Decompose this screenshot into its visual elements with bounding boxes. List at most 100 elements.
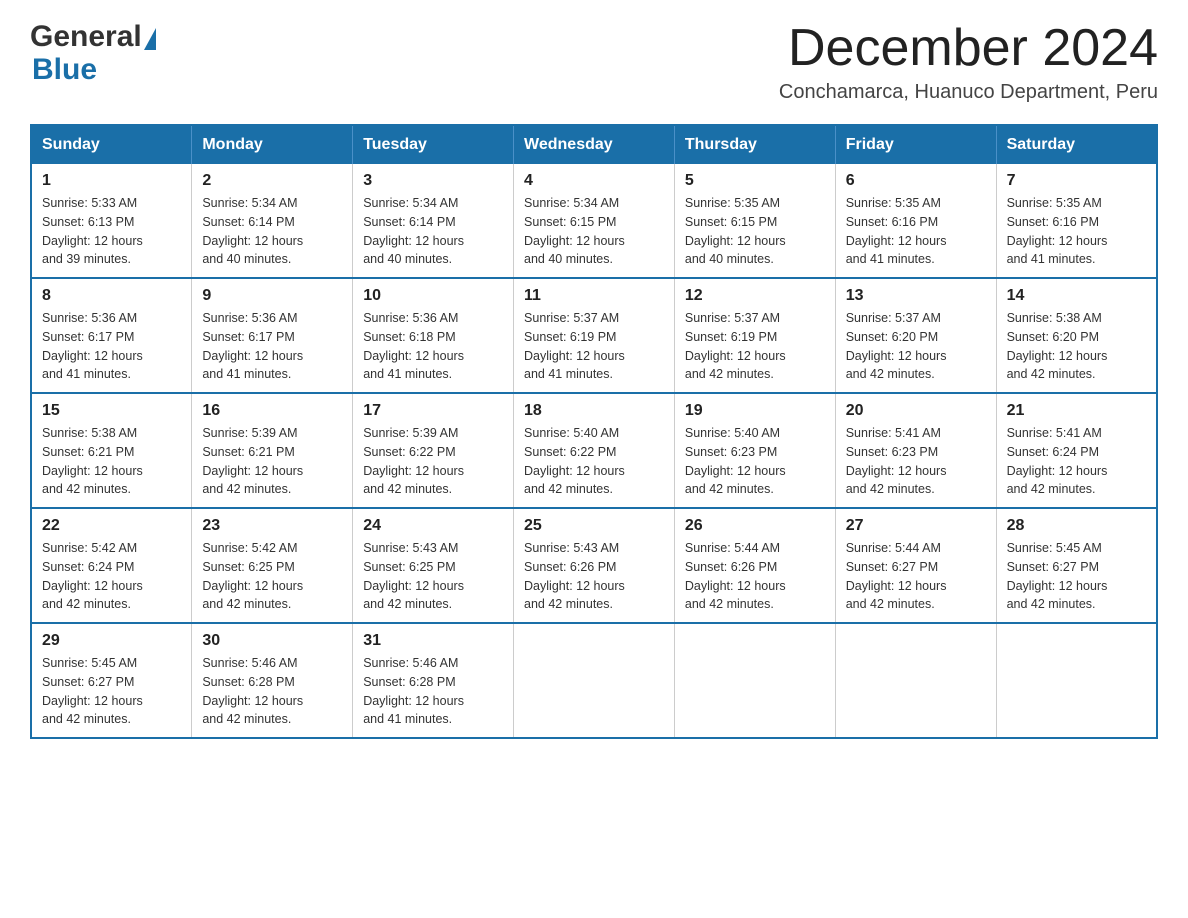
day-info: Sunrise: 5:39 AMSunset: 6:21 PMDaylight:… (202, 426, 303, 496)
day-info: Sunrise: 5:42 AMSunset: 6:25 PMDaylight:… (202, 541, 303, 611)
calendar-cell: 28 Sunrise: 5:45 AMSunset: 6:27 PMDaylig… (996, 508, 1157, 623)
logo-row1: General (30, 20, 157, 53)
day-number: 28 (1007, 517, 1146, 535)
calendar-cell: 26 Sunrise: 5:44 AMSunset: 6:26 PMDaylig… (674, 508, 835, 623)
day-info: Sunrise: 5:40 AMSunset: 6:22 PMDaylight:… (524, 426, 625, 496)
day-info: Sunrise: 5:36 AMSunset: 6:17 PMDaylight:… (42, 311, 143, 381)
day-number: 20 (846, 402, 986, 420)
calendar-cell: 30 Sunrise: 5:46 AMSunset: 6:28 PMDaylig… (192, 623, 353, 738)
day-number: 13 (846, 287, 986, 305)
calendar-cell: 24 Sunrise: 5:43 AMSunset: 6:25 PMDaylig… (353, 508, 514, 623)
day-info: Sunrise: 5:37 AMSunset: 6:19 PMDaylight:… (685, 311, 786, 381)
week-row-1: 1 Sunrise: 5:33 AMSunset: 6:13 PMDayligh… (31, 164, 1157, 278)
calendar-cell: 14 Sunrise: 5:38 AMSunset: 6:20 PMDaylig… (996, 278, 1157, 393)
day-info: Sunrise: 5:37 AMSunset: 6:20 PMDaylight:… (846, 311, 947, 381)
calendar-cell (996, 623, 1157, 738)
day-info: Sunrise: 5:41 AMSunset: 6:23 PMDaylight:… (846, 426, 947, 496)
location-subtitle: Conchamarca, Huanuco Department, Peru (779, 81, 1158, 104)
day-info: Sunrise: 5:37 AMSunset: 6:19 PMDaylight:… (524, 311, 625, 381)
calendar-cell: 31 Sunrise: 5:46 AMSunset: 6:28 PMDaylig… (353, 623, 514, 738)
day-number: 1 (42, 172, 181, 190)
title-area: December 2024 Conchamarca, Huanuco Depar… (779, 20, 1158, 104)
calendar-cell: 29 Sunrise: 5:45 AMSunset: 6:27 PMDaylig… (31, 623, 192, 738)
day-info: Sunrise: 5:34 AMSunset: 6:14 PMDaylight:… (202, 196, 303, 266)
day-number: 22 (42, 517, 181, 535)
calendar-cell: 12 Sunrise: 5:37 AMSunset: 6:19 PMDaylig… (674, 278, 835, 393)
calendar-cell: 3 Sunrise: 5:34 AMSunset: 6:14 PMDayligh… (353, 164, 514, 278)
day-info: Sunrise: 5:45 AMSunset: 6:27 PMDaylight:… (42, 656, 143, 726)
day-number: 23 (202, 517, 342, 535)
logo-blue-text: Blue (30, 53, 157, 86)
calendar-cell: 16 Sunrise: 5:39 AMSunset: 6:21 PMDaylig… (192, 393, 353, 508)
day-number: 10 (363, 287, 503, 305)
weekday-header-tuesday: Tuesday (353, 125, 514, 164)
day-number: 17 (363, 402, 503, 420)
day-number: 18 (524, 402, 664, 420)
day-number: 21 (1007, 402, 1146, 420)
calendar-cell: 11 Sunrise: 5:37 AMSunset: 6:19 PMDaylig… (514, 278, 675, 393)
week-row-4: 22 Sunrise: 5:42 AMSunset: 6:24 PMDaylig… (31, 508, 1157, 623)
logo-triangle-icon (144, 28, 156, 50)
calendar-cell: 5 Sunrise: 5:35 AMSunset: 6:15 PMDayligh… (674, 164, 835, 278)
week-row-2: 8 Sunrise: 5:36 AMSunset: 6:17 PMDayligh… (31, 278, 1157, 393)
weekday-header-monday: Monday (192, 125, 353, 164)
day-number: 24 (363, 517, 503, 535)
day-info: Sunrise: 5:44 AMSunset: 6:27 PMDaylight:… (846, 541, 947, 611)
logo: General Blue (30, 20, 157, 86)
day-number: 11 (524, 287, 664, 305)
day-info: Sunrise: 5:44 AMSunset: 6:26 PMDaylight:… (685, 541, 786, 611)
week-row-5: 29 Sunrise: 5:45 AMSunset: 6:27 PMDaylig… (31, 623, 1157, 738)
calendar-cell: 25 Sunrise: 5:43 AMSunset: 6:26 PMDaylig… (514, 508, 675, 623)
day-number: 29 (42, 632, 181, 650)
calendar-cell: 17 Sunrise: 5:39 AMSunset: 6:22 PMDaylig… (353, 393, 514, 508)
day-info: Sunrise: 5:39 AMSunset: 6:22 PMDaylight:… (363, 426, 464, 496)
weekday-header-sunday: Sunday (31, 125, 192, 164)
weekday-header-friday: Friday (835, 125, 996, 164)
day-info: Sunrise: 5:36 AMSunset: 6:17 PMDaylight:… (202, 311, 303, 381)
day-number: 19 (685, 402, 825, 420)
calendar-cell: 22 Sunrise: 5:42 AMSunset: 6:24 PMDaylig… (31, 508, 192, 623)
calendar-cell: 27 Sunrise: 5:44 AMSunset: 6:27 PMDaylig… (835, 508, 996, 623)
day-number: 8 (42, 287, 181, 305)
page-header: General Blue December 2024 Conchamarca, … (30, 20, 1158, 104)
day-info: Sunrise: 5:41 AMSunset: 6:24 PMDaylight:… (1007, 426, 1108, 496)
weekday-header-wednesday: Wednesday (514, 125, 675, 164)
day-info: Sunrise: 5:35 AMSunset: 6:15 PMDaylight:… (685, 196, 786, 266)
day-number: 30 (202, 632, 342, 650)
day-info: Sunrise: 5:46 AMSunset: 6:28 PMDaylight:… (363, 656, 464, 726)
day-info: Sunrise: 5:40 AMSunset: 6:23 PMDaylight:… (685, 426, 786, 496)
month-title: December 2024 (779, 20, 1158, 77)
day-info: Sunrise: 5:38 AMSunset: 6:21 PMDaylight:… (42, 426, 143, 496)
day-info: Sunrise: 5:36 AMSunset: 6:18 PMDaylight:… (363, 311, 464, 381)
day-info: Sunrise: 5:35 AMSunset: 6:16 PMDaylight:… (1007, 196, 1108, 266)
calendar-cell: 20 Sunrise: 5:41 AMSunset: 6:23 PMDaylig… (835, 393, 996, 508)
calendar-cell: 6 Sunrise: 5:35 AMSunset: 6:16 PMDayligh… (835, 164, 996, 278)
day-number: 7 (1007, 172, 1146, 190)
week-row-3: 15 Sunrise: 5:38 AMSunset: 6:21 PMDaylig… (31, 393, 1157, 508)
day-number: 9 (202, 287, 342, 305)
weekday-header-row: SundayMondayTuesdayWednesdayThursdayFrid… (31, 125, 1157, 164)
calendar-cell: 8 Sunrise: 5:36 AMSunset: 6:17 PMDayligh… (31, 278, 192, 393)
day-info: Sunrise: 5:43 AMSunset: 6:25 PMDaylight:… (363, 541, 464, 611)
day-info: Sunrise: 5:45 AMSunset: 6:27 PMDaylight:… (1007, 541, 1108, 611)
day-info: Sunrise: 5:42 AMSunset: 6:24 PMDaylight:… (42, 541, 143, 611)
day-number: 14 (1007, 287, 1146, 305)
calendar-cell: 21 Sunrise: 5:41 AMSunset: 6:24 PMDaylig… (996, 393, 1157, 508)
logo-area: General Blue (30, 20, 157, 86)
calendar-cell: 4 Sunrise: 5:34 AMSunset: 6:15 PMDayligh… (514, 164, 675, 278)
calendar-cell: 9 Sunrise: 5:36 AMSunset: 6:17 PMDayligh… (192, 278, 353, 393)
calendar-cell: 7 Sunrise: 5:35 AMSunset: 6:16 PMDayligh… (996, 164, 1157, 278)
day-info: Sunrise: 5:35 AMSunset: 6:16 PMDaylight:… (846, 196, 947, 266)
day-number: 16 (202, 402, 342, 420)
day-info: Sunrise: 5:46 AMSunset: 6:28 PMDaylight:… (202, 656, 303, 726)
calendar-cell: 2 Sunrise: 5:34 AMSunset: 6:14 PMDayligh… (192, 164, 353, 278)
weekday-header-saturday: Saturday (996, 125, 1157, 164)
day-number: 2 (202, 172, 342, 190)
calendar-cell: 18 Sunrise: 5:40 AMSunset: 6:22 PMDaylig… (514, 393, 675, 508)
logo-general-text: General (30, 20, 142, 53)
day-number: 27 (846, 517, 986, 535)
day-number: 25 (524, 517, 664, 535)
calendar-cell (514, 623, 675, 738)
calendar-cell (835, 623, 996, 738)
calendar-cell: 10 Sunrise: 5:36 AMSunset: 6:18 PMDaylig… (353, 278, 514, 393)
